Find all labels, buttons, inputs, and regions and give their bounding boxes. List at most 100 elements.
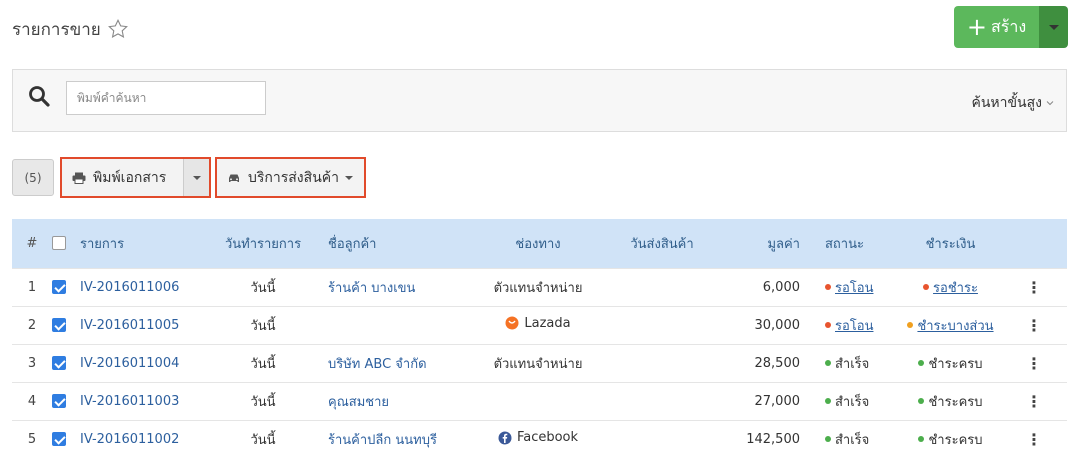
row-checkbox[interactable] [52,356,66,370]
channel-label: Lazada [524,315,571,331]
kebab-menu-icon[interactable]: ⋮ [1026,355,1042,371]
status-dot [825,360,831,366]
payment-dot [918,398,925,404]
status-cell: รอโอน [806,267,900,306]
channel-cell: Facebook [473,419,603,458]
col-header-item[interactable]: รายการ [80,219,218,268]
ship-date-cell [603,267,721,306]
kebab-menu-icon[interactable]: ⋮ [1026,393,1042,409]
page-title: รายการขาย [12,19,101,40]
row-select-cell [52,305,80,344]
invoice-link[interactable]: IV-2016011004 [80,356,179,371]
kebab-menu-icon[interactable]: ⋮ [1026,279,1042,295]
search-input[interactable] [66,81,266,115]
row-number: 4 [12,381,52,420]
payment-dot [907,322,914,328]
payment-cell: ชำระครบ [900,419,1001,458]
channel-cell: Lazada [473,305,603,344]
kebab-menu-icon[interactable]: ⋮ [1026,317,1042,333]
col-header-ship-date[interactable]: วันส่งสินค้า [603,219,721,268]
row-checkbox[interactable] [52,432,66,447]
row-checkbox[interactable] [52,394,66,408]
create-button-group: + สร้าง [954,6,1068,48]
date-cell: วันนี้ [218,305,308,344]
shipping-service-button[interactable]: บริการส่งสินค้า [215,157,366,198]
facebook-icon [498,431,512,444]
status-dot [825,322,831,328]
status-label[interactable]: รอโอน [835,315,873,336]
payment-cell: ชำระครบ [900,381,1001,420]
invoice-cell: IV-2016011005 [80,305,218,344]
col-header-customer[interactable]: ชื่อลูกค้า [308,219,473,268]
channel-label: ตัวแทนจำหน่าย [493,280,583,296]
col-header-channel[interactable]: ช่องทาง [473,219,603,268]
sales-table-container: # รายการ วันทำรายการ ชื่อลูกค้า ช่องทาง … [12,219,1067,465]
row-actions-cell: ⋮ [1001,381,1067,420]
channel-label: Facebook [516,430,579,445]
table-row[interactable]: 5 IV-2016011002 วันนี้ ร้านค้าปลีก นนทบุรี F… [12,419,1067,458]
status-cell: สำเร็จ [806,419,900,458]
row-actions-cell: ⋮ [1001,267,1067,306]
invoice-link[interactable]: IV-2016011006 [80,280,179,295]
channel-cell [473,381,603,420]
caret-down-icon [1048,24,1059,30]
row-actions-cell: ⋮ [1001,343,1067,382]
star-icon[interactable] [107,18,129,40]
selected-count-button[interactable]: (5) [12,159,54,196]
row-number: 5 [12,419,52,458]
payment-label[interactable]: ชำระบางส่วน [917,315,993,336]
payment-cell: ชำระบางส่วน [900,305,1001,344]
payment-dot [918,436,925,443]
value-cell: 27,000 [721,381,806,420]
date-cell: วันนี้ [218,343,308,382]
advanced-search-toggle[interactable]: ค้นหาขั้นสูง [971,92,1054,114]
col-header-status[interactable]: สถานะ [806,219,900,268]
row-select-cell [52,343,80,382]
col-header-payment[interactable]: ชำระเงิน [900,219,1001,268]
customer-link[interactable]: บริษัท ABC จำกัด [328,357,427,372]
col-header-date[interactable]: วันทำรายการ [218,219,308,268]
search-icon [29,86,50,107]
caret-down-icon [345,175,353,180]
status-label: สำเร็จ [835,432,870,448]
invoice-link[interactable]: IV-2016011003 [80,394,179,409]
select-all-checkbox[interactable] [52,236,66,251]
table-row[interactable]: 2 IV-2016011005 วันนี้ Lazada 30,000 รอโอน ชำร… [12,305,1067,344]
print-dropdown-toggle[interactable] [184,159,209,196]
page-header: รายการขาย [12,14,129,44]
customer-link[interactable]: ร้านค้าปลีก นนทบุรี [328,433,437,448]
payment-cell: รอชำระ [900,267,1001,306]
channel-label: ตัวแทนจำหน่าย [493,356,583,372]
invoice-cell: IV-2016011003 [80,381,218,420]
invoice-cell: IV-2016011006 [80,267,218,306]
create-dropdown-toggle[interactable] [1039,6,1068,48]
channel-cell: ตัวแทนจำหน่าย [473,267,603,306]
payment-dot [923,284,930,290]
customer-link[interactable]: คุณสมชาย [328,395,389,410]
plus-icon: + [966,13,987,41]
create-button-label: สร้าง [990,16,1027,36]
value-cell: 142,500 [721,419,806,458]
table-row[interactable]: 1 IV-2016011006 วันนี้ ร้านค้า บางเขน ตัวแทน… [12,267,1067,306]
value-cell: 28,500 [721,343,806,382]
status-dot [825,436,831,443]
print-documents-button[interactable]: พิมพ์เอกสาร [62,159,185,196]
status-cell: สำเร็จ [806,343,900,382]
invoice-link[interactable]: IV-2016011002 [80,432,179,447]
car-icon [229,174,239,182]
row-checkbox[interactable] [52,280,66,294]
col-header-value[interactable]: มูลค่า [721,219,806,268]
ship-date-cell [603,419,721,458]
customer-link[interactable]: ร้านค้า บางเขน [328,281,415,296]
table-row[interactable]: 4 IV-2016011003 วันนี้ คุณสมชาย 27,000 สำเร็จ… [12,381,1067,420]
status-label[interactable]: รอโอน [835,277,873,298]
payment-label[interactable]: รอชำระ [933,277,978,298]
status-label: สำเร็จ [835,356,870,372]
invoice-link[interactable]: IV-2016011005 [80,318,179,333]
row-checkbox[interactable] [52,318,66,332]
row-select-cell [52,419,80,458]
table-row[interactable]: 3 IV-2016011004 วันนี้ บริษัท ABC จำกัด ตัวแ… [12,343,1067,382]
kebab-menu-icon[interactable]: ⋮ [1026,431,1042,447]
create-button[interactable]: + สร้าง [954,6,1039,48]
row-actions-cell: ⋮ [1001,305,1067,344]
